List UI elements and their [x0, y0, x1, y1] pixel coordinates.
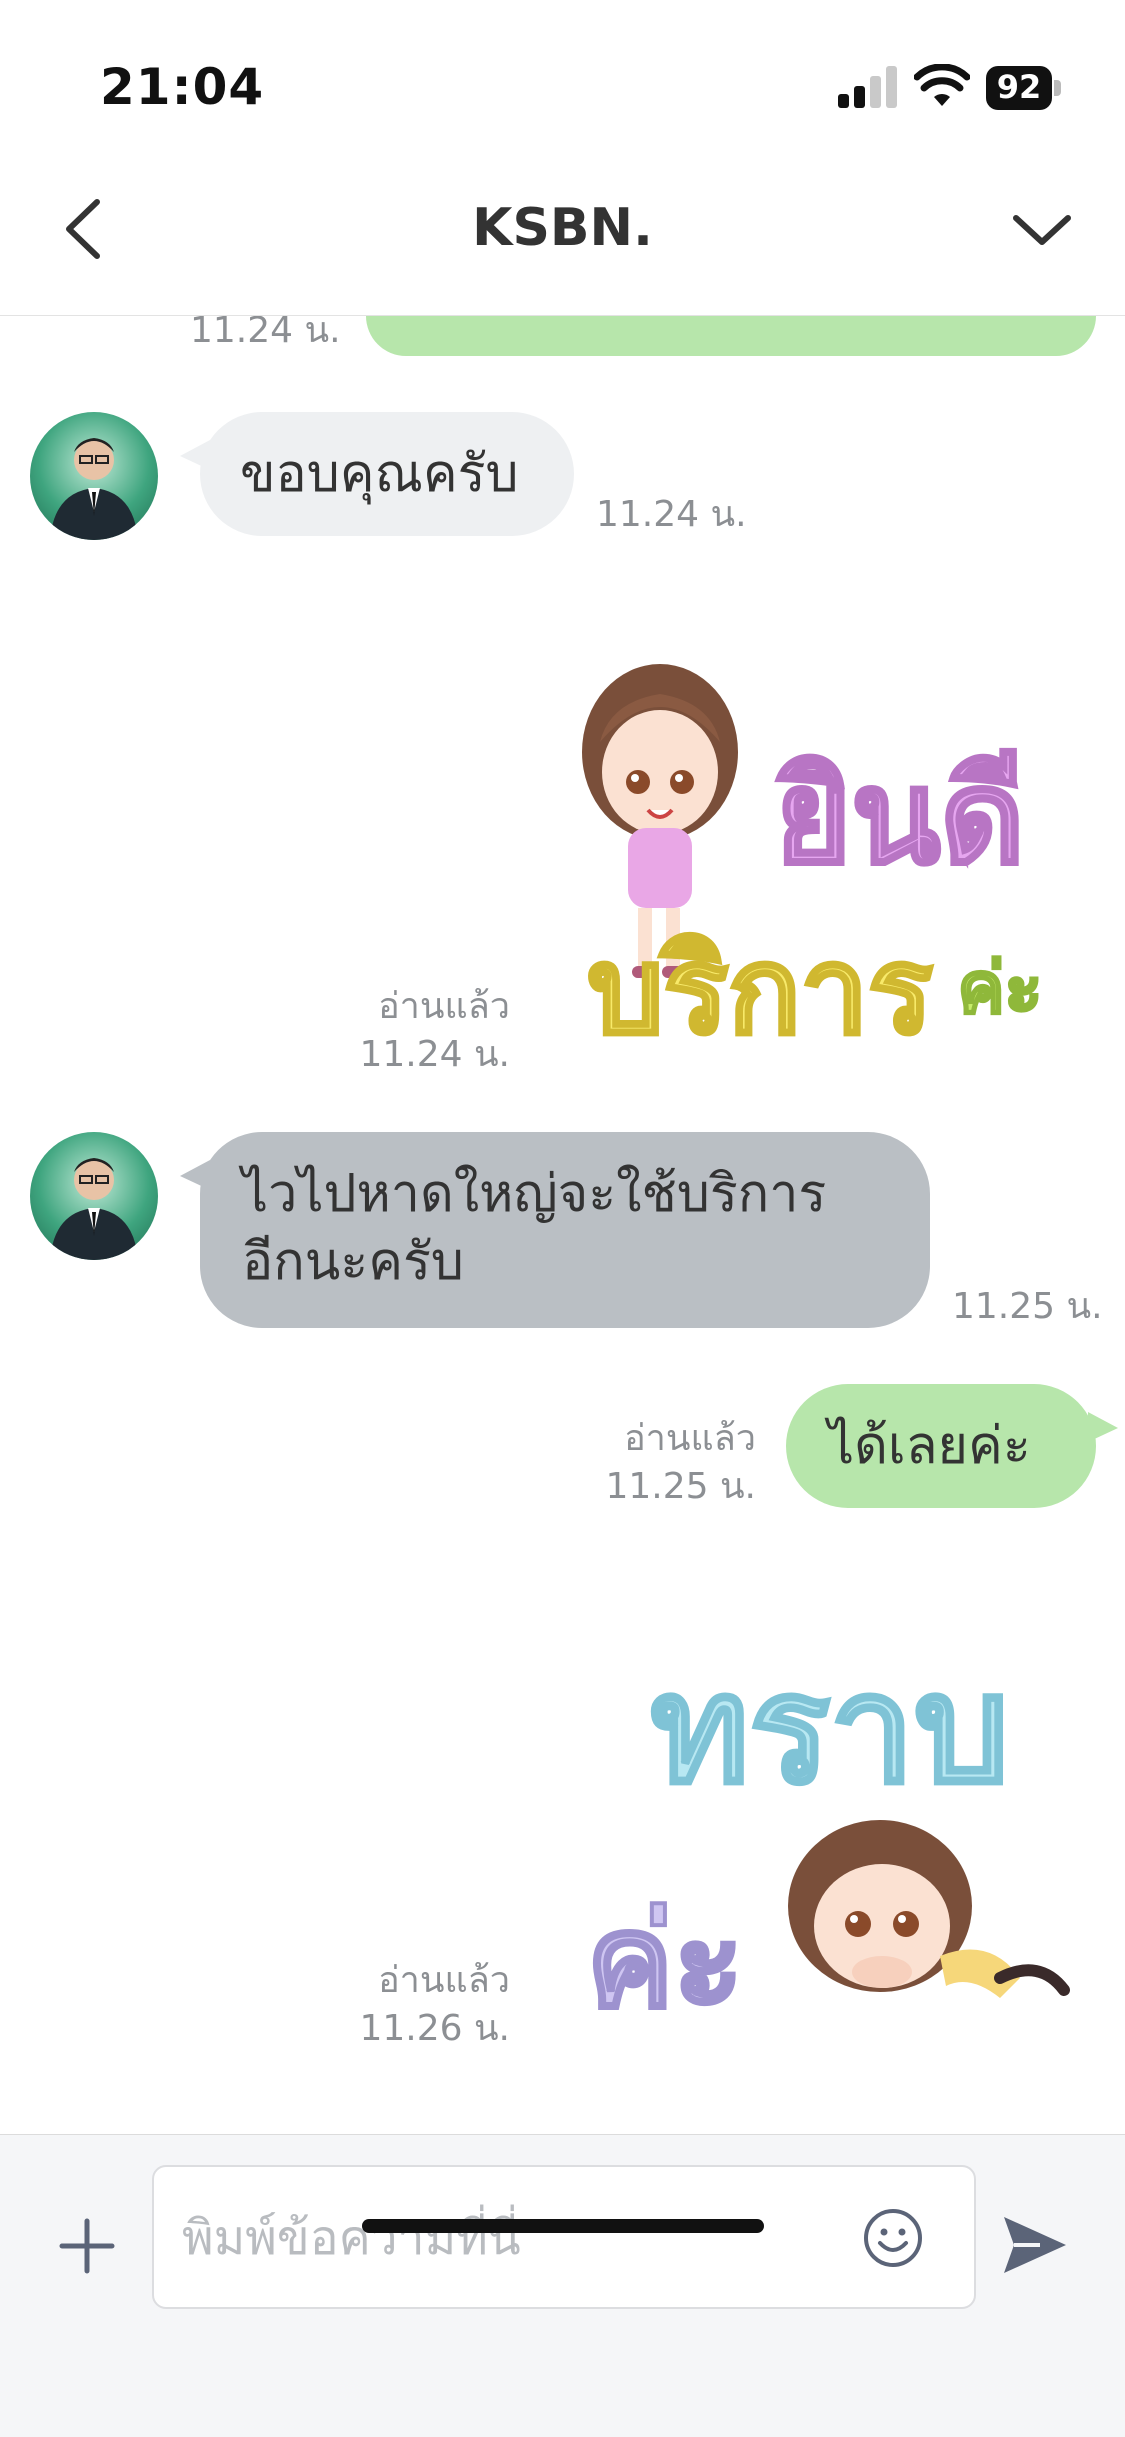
sticker-text: ค่ะ: [958, 947, 1042, 1029]
read-receipt: อ่านแล้ว: [624, 1418, 756, 1459]
message-input-bar: [0, 2134, 1125, 2437]
message-bubble-outgoing[interactable]: [366, 316, 1096, 356]
sticker-text: บริการ: [587, 922, 932, 1061]
chat-area[interactable]: 11.24 น. ขอบคุณครับ 11.24 น. อ่านแล้ว 11…: [0, 316, 1125, 2134]
sticker-acknowledge[interactable]: ทราบ ค่ะ: [560, 1606, 1080, 2046]
chat-header: KSBN.: [0, 150, 1125, 316]
signal-icon: [838, 66, 898, 108]
status-bar: 21:04 92: [0, 0, 1125, 150]
avatar[interactable]: [30, 412, 158, 540]
send-icon[interactable]: [1000, 2213, 1070, 2277]
message-text-line1: ไวไปหาดใหญ่จะใช้บริการ: [242, 1164, 827, 1224]
chat-title[interactable]: KSBN.: [0, 198, 1125, 258]
message-bubble-outgoing[interactable]: ได้เลยค่ะ: [786, 1384, 1118, 1508]
message-bubble-incoming[interactable]: ไวไปหาดใหญ่จะใช้บริการ อีกนะครับ: [180, 1132, 930, 1328]
message-field[interactable]: [152, 2165, 976, 2309]
message-time: 11.24 น.: [596, 494, 747, 535]
sticker-text: ทราบ: [651, 1643, 1010, 1817]
message-text: ขอบคุณครับ: [240, 444, 519, 504]
message-input[interactable]: [180, 2197, 824, 2279]
plus-icon[interactable]: [58, 2217, 116, 2275]
message-text-line2: อีกนะครับ: [242, 1232, 464, 1292]
sticker-welcome[interactable]: ยินดี บริการ ค่ะ: [560, 632, 1080, 1072]
message-bubble-incoming[interactable]: ขอบคุณครับ: [180, 412, 574, 536]
sticker-text: ยินดี: [775, 741, 1024, 893]
emoji-icon[interactable]: [862, 2207, 924, 2269]
chevron-down-icon[interactable]: [1010, 198, 1074, 262]
message-time: 11.26 น.: [359, 2008, 510, 2049]
message-time: 11.24 น.: [359, 1034, 510, 1075]
message-time: 11.25 น.: [605, 1466, 756, 1507]
read-receipt: อ่านแล้ว: [378, 1960, 510, 2001]
avatar[interactable]: [30, 1132, 158, 1260]
message-time: 11.24 น.: [190, 316, 341, 351]
home-indicator[interactable]: [362, 2219, 764, 2233]
message-text: ได้เลยค่ะ: [828, 1416, 1031, 1476]
battery-level: 92: [996, 68, 1042, 106]
battery-icon: 92: [986, 66, 1064, 110]
message-time: 11.25 น.: [952, 1286, 1103, 1327]
sticker-text: ค่ะ: [587, 1885, 744, 2037]
status-time: 21:04: [100, 58, 265, 116]
read-receipt: อ่านแล้ว: [378, 986, 510, 1027]
wifi-icon: [914, 64, 970, 106]
